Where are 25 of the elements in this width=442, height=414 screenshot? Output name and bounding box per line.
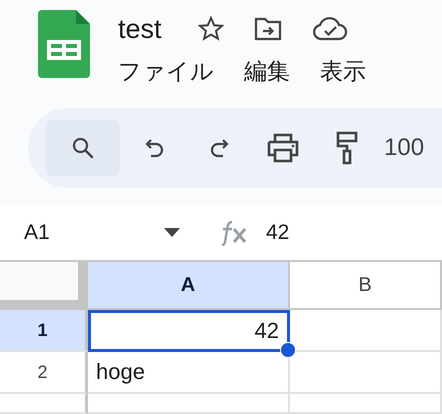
spreadsheet-icon[interactable] — [38, 10, 90, 78]
document-title[interactable]: test — [118, 14, 162, 44]
paint-roller-icon — [336, 131, 358, 165]
menu-item[interactable]: 表示 — [320, 56, 366, 87]
search-icon — [71, 136, 95, 160]
row-header[interactable]: 2 — [0, 352, 88, 394]
menu-item[interactable]: ファイル — [118, 56, 214, 87]
undo-icon — [144, 137, 166, 159]
folder-icon[interactable] — [254, 17, 282, 41]
table-cell: hoge — [88, 352, 290, 394]
column-header[interactable]: A — [88, 262, 290, 310]
row-header[interactable]: 1 — [0, 310, 88, 352]
print-icon — [266, 133, 300, 163]
cloud-check-icon[interactable] — [312, 16, 348, 42]
menu-item[interactable]: 編集 — [244, 56, 290, 87]
formula-input[interactable]: 42 — [266, 220, 290, 244]
zoom-level[interactable]: 100 — [384, 134, 424, 162]
star-icon[interactable] — [198, 16, 224, 42]
function-icon — [220, 220, 248, 246]
search-button[interactable] — [46, 120, 120, 176]
dropdown-caret-icon[interactable] — [164, 228, 180, 237]
fill-handle[interactable] — [280, 342, 296, 358]
cell-reference[interactable]: A1 — [0, 220, 164, 244]
column-header[interactable]: B — [290, 262, 442, 310]
redo-icon — [208, 137, 230, 159]
